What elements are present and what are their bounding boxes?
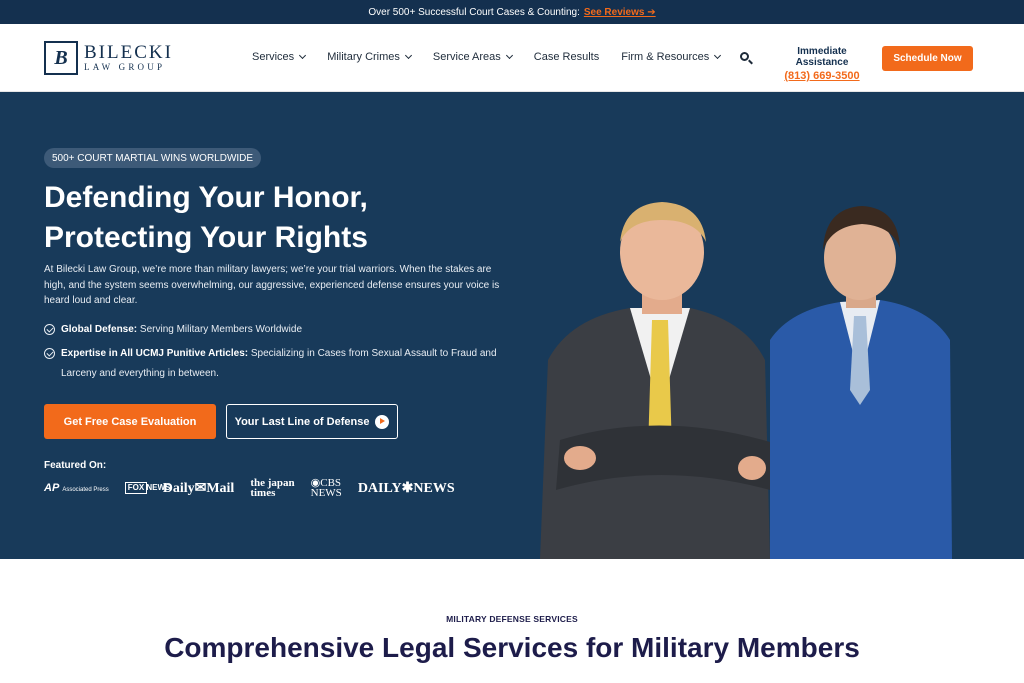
press-logos: AP Associated Press FOX NEWS Daily✉Mail … (44, 477, 455, 499)
daily-news-logo: DAILY✱NEWS (357, 480, 455, 496)
chevron-down-icon (299, 51, 307, 60)
nav-service-areas[interactable]: Service Areas (433, 51, 513, 63)
see-reviews-link[interactable]: See Reviews ➔ (584, 7, 656, 18)
daily-mail-logo: Daily✉Mail (162, 480, 235, 496)
site-logo[interactable]: B BILECKI LAW GROUP (44, 41, 173, 75)
check-circle-icon (44, 348, 55, 359)
wins-badge: 500+ COURT MARTIAL WINS WORLDWIDE (44, 148, 262, 168)
chevron-down-icon (505, 51, 513, 60)
chevron-down-icon (714, 51, 722, 60)
nav-case-results[interactable]: Case Results (534, 51, 599, 63)
search-icon[interactable] (740, 52, 753, 65)
play-icon (375, 414, 390, 429)
bullet-ucmj-expertise: Expertise in All UCMJ Punitive Articles:… (44, 344, 514, 384)
check-circle-icon (44, 324, 55, 335)
hero-headline: Defending Your Honor, Protecting Your Ri… (44, 181, 368, 254)
attorneys-photo (540, 202, 952, 559)
last-line-of-defense-button[interactable]: Your Last Line of Defense (226, 404, 398, 439)
fox-news-logo: FOX NEWS (124, 482, 170, 494)
bullet-global-defense: Global Defense: Serving Military Members… (44, 320, 514, 340)
ap-logo: AP Associated Press (44, 482, 109, 494)
featured-on-label: Featured On: (44, 460, 107, 471)
services-title: Comprehensive Legal Services for Militar… (164, 632, 860, 663)
immediate-assistance: Immediate Assistance (813) 669-3500 (770, 46, 874, 82)
logo-mark: B (44, 41, 78, 75)
announcement-text: Over 500+ Successful Court Cases & Count… (368, 6, 580, 18)
main-nav: Services Military Crimes Service Areas C… (252, 51, 722, 63)
japan-times-logo: the japan times (250, 477, 295, 499)
chevron-down-icon (404, 51, 412, 60)
logo-subtitle: LAW GROUP (84, 62, 166, 72)
hero-section: 500+ COURT MARTIAL WINS WORLDWIDE Defend… (0, 92, 1024, 559)
site-header: B BILECKI LAW GROUP Services Military Cr… (0, 24, 1024, 92)
assistance-label: Immediate Assistance (795, 46, 849, 68)
schedule-now-button[interactable]: Schedule Now (882, 46, 973, 71)
nav-firm-resources[interactable]: Firm & Resources (621, 51, 722, 63)
cbs-news-logo: ◉CBS NEWS (310, 477, 342, 499)
announcement-bar: Over 500+ Successful Court Cases & Count… (0, 0, 1024, 24)
free-case-evaluation-button[interactable]: Get Free Case Evaluation (44, 404, 216, 439)
phone-link[interactable]: (813) 669-3500 (770, 70, 874, 82)
nav-services[interactable]: Services (252, 51, 307, 63)
nav-military-crimes[interactable]: Military Crimes (327, 51, 412, 63)
logo-name: BILECKI (84, 42, 173, 63)
services-eyebrow: MILITARY DEFENSE SERVICES (446, 614, 578, 624)
hero-lead-text: At Bilecki Law Group, we’re more than mi… (44, 264, 500, 306)
